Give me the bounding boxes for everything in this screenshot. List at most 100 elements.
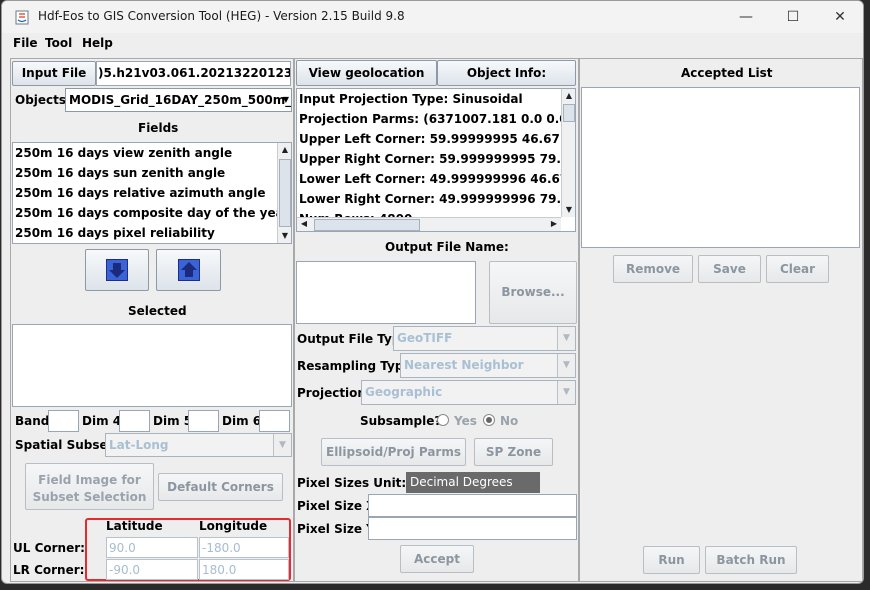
subsample-yes-label: Yes [454,414,477,428]
remove-button[interactable]: Remove [613,255,693,283]
dim4-input[interactable] [119,410,150,432]
scroll-down-icon[interactable]: ▼ [278,229,291,243]
list-item[interactable]: 250m 16 days composite day of the year [13,203,291,223]
field-image-label-line1: Field Image for [38,473,141,487]
browse-button[interactable]: Browse... [489,261,577,324]
projection-dropdown[interactable]: Geographic ▼ [361,380,576,405]
scroll-left-icon[interactable]: ◀ [297,217,311,231]
object-info-button[interactable]: Object Info: [437,60,576,86]
clear-button[interactable]: Clear [766,255,829,283]
batch-run-button[interactable]: Batch Run [705,546,797,574]
resampling-type-value: Nearest Neighbor [404,358,524,372]
lr-longitude-input[interactable]: 180.0 [199,559,289,580]
chevron-down-icon: ▼ [282,95,289,104]
close-button[interactable]: ✕ [817,1,863,33]
info-line: Projection Parms: (6371007.181 0.0 0.0 0… [299,112,561,126]
remove-field-button[interactable] [156,249,221,291]
scroll-thumb[interactable] [563,104,575,122]
sp-zone-button[interactable]: SP Zone [474,438,553,466]
output-file-type-dropdown[interactable]: GeoTIFF ▼ [393,326,576,351]
object-info-panel: Input Projection Type: Sinusoidal Projec… [296,88,576,232]
menu-help[interactable]: Help [82,36,113,50]
arrow-down-icon [106,259,128,281]
scroll-thumb[interactable] [314,219,420,231]
object-info-text: Input Projection Type: Sinusoidal Projec… [297,89,561,217]
scroll-down-icon[interactable]: ▼ [562,203,575,217]
info-line: Input Projection Type: Sinusoidal [299,92,523,106]
subsample-label: Subsample? [360,414,442,428]
pixel-sizes-unit-dropdown[interactable]: Decimal Degrees [406,472,540,493]
spatial-subset-value: Lat-Long [109,438,169,452]
pixel-size-y-label: Pixel Size Y: [297,522,379,536]
menu-tool[interactable]: Tool [45,36,72,50]
resampling-type-dropdown[interactable]: Nearest Neighbor ▼ [400,353,576,378]
info-line: Lower Left Corner: 49.999999996 46.67171… [299,172,561,186]
lr-corner-label: LR Corner: [13,563,85,577]
menu-file[interactable]: File [13,36,38,50]
title-bar: Hdf-Eos to GIS Conversion Tool (HEG) - V… [2,1,863,33]
selected-label: Selected [128,304,187,318]
view-geolocation-button[interactable]: View geolocation [296,60,437,86]
subsample-no-radio[interactable] [483,414,495,426]
field-image-subset-button[interactable]: Field Image for Subset Selection [25,463,154,510]
window-title: Hdf-Eos to GIS Conversion Tool (HEG) - V… [38,9,405,23]
ul-corner-label: UL Corner: [13,541,85,555]
band-input[interactable] [48,410,79,432]
scroll-thumb[interactable] [279,159,291,227]
selected-list[interactable] [12,324,292,407]
objects-value: MODIS_Grid_16DAY_250m_500m_VI [69,93,292,107]
dim5-input[interactable] [188,410,219,432]
scroll-up-icon[interactable]: ▲ [562,89,575,103]
fields-list: 250m 16 days view zenith angle 250m 16 d… [12,142,292,244]
subsample-yes-radio[interactable] [437,414,449,426]
output-file-name-label: Output File Name: [385,240,509,254]
projection-value: Geographic [365,385,443,399]
scroll-right-icon[interactable]: ▶ [547,217,561,231]
chevron-down-icon: ▼ [273,434,291,456]
ellipsoid-proj-parms-button[interactable]: Ellipsoid/Proj Parms [321,438,466,466]
chevron-down-icon: ▼ [557,327,575,350]
java-app-icon [15,10,29,25]
chevron-down-icon: ▼ [557,354,575,377]
objects-dropdown[interactable]: MODIS_Grid_16DAY_250m_500m_VI ▼ [65,88,292,112]
scroll-up-icon[interactable]: ▲ [278,143,291,157]
input-file-button[interactable]: Input File [12,61,96,86]
pixel-size-y-input[interactable] [368,517,577,540]
output-file-name-input[interactable] [296,261,476,324]
main-window: Hdf-Eos to GIS Conversion Tool (HEG) - V… [1,0,864,584]
accepted-list-label: Accepted List [681,66,773,80]
projection-label: Projection: [297,386,371,400]
pixel-sizes-unit-label: Pixel Sizes Unit: [297,476,407,490]
maximize-button[interactable]: ☐ [770,1,816,33]
longitude-header: Longitude [199,519,268,533]
list-item[interactable]: 250m 16 days sun zenith angle [13,163,291,183]
add-field-button[interactable] [85,249,149,291]
latitude-header: Latitude [106,519,163,533]
list-item[interactable]: 250m 16 days view zenith angle [13,143,291,163]
info-line: Upper Right Corner: 59.999999995 79.9999… [299,152,561,166]
pixel-size-x-input[interactable] [368,494,577,517]
dim6-input[interactable] [259,410,290,432]
input-file-path[interactable]: )5.h21v03.061.2021322012318.hdf [96,61,291,86]
save-button[interactable]: Save [698,255,761,283]
info-horizontal-scrollbar[interactable]: ◀ ▶ [297,217,561,231]
lr-latitude-input[interactable]: -90.0 [106,559,198,580]
chevron-down-icon: ▼ [557,381,575,404]
objects-label: Objects: [15,93,71,107]
info-vertical-scrollbar[interactable]: ▲ ▼ [561,89,575,217]
ul-latitude-input[interactable]: 90.0 [106,537,198,558]
list-item[interactable]: 250m 16 days pixel reliability [13,223,291,243]
ul-longitude-input[interactable]: -180.0 [199,537,289,558]
fields-scrollbar[interactable]: ▲ ▼ [277,143,291,243]
fields-label: Fields [138,121,179,135]
accepted-list[interactable] [581,87,860,248]
accept-button[interactable]: Accept [400,545,474,573]
spatial-subset-dropdown[interactable]: Lat-Long ▼ [105,433,292,457]
list-item[interactable]: 250m 16 days relative azimuth angle [13,183,291,203]
resampling-type-label: Resampling Type: [297,359,417,373]
run-button[interactable]: Run [643,546,700,574]
default-corners-button[interactable]: Default Corners [158,473,283,501]
info-line: Num Rows: 4800 [297,209,561,217]
minimize-button[interactable]: — [723,1,769,33]
output-file-type-value: GeoTIFF [397,331,453,345]
